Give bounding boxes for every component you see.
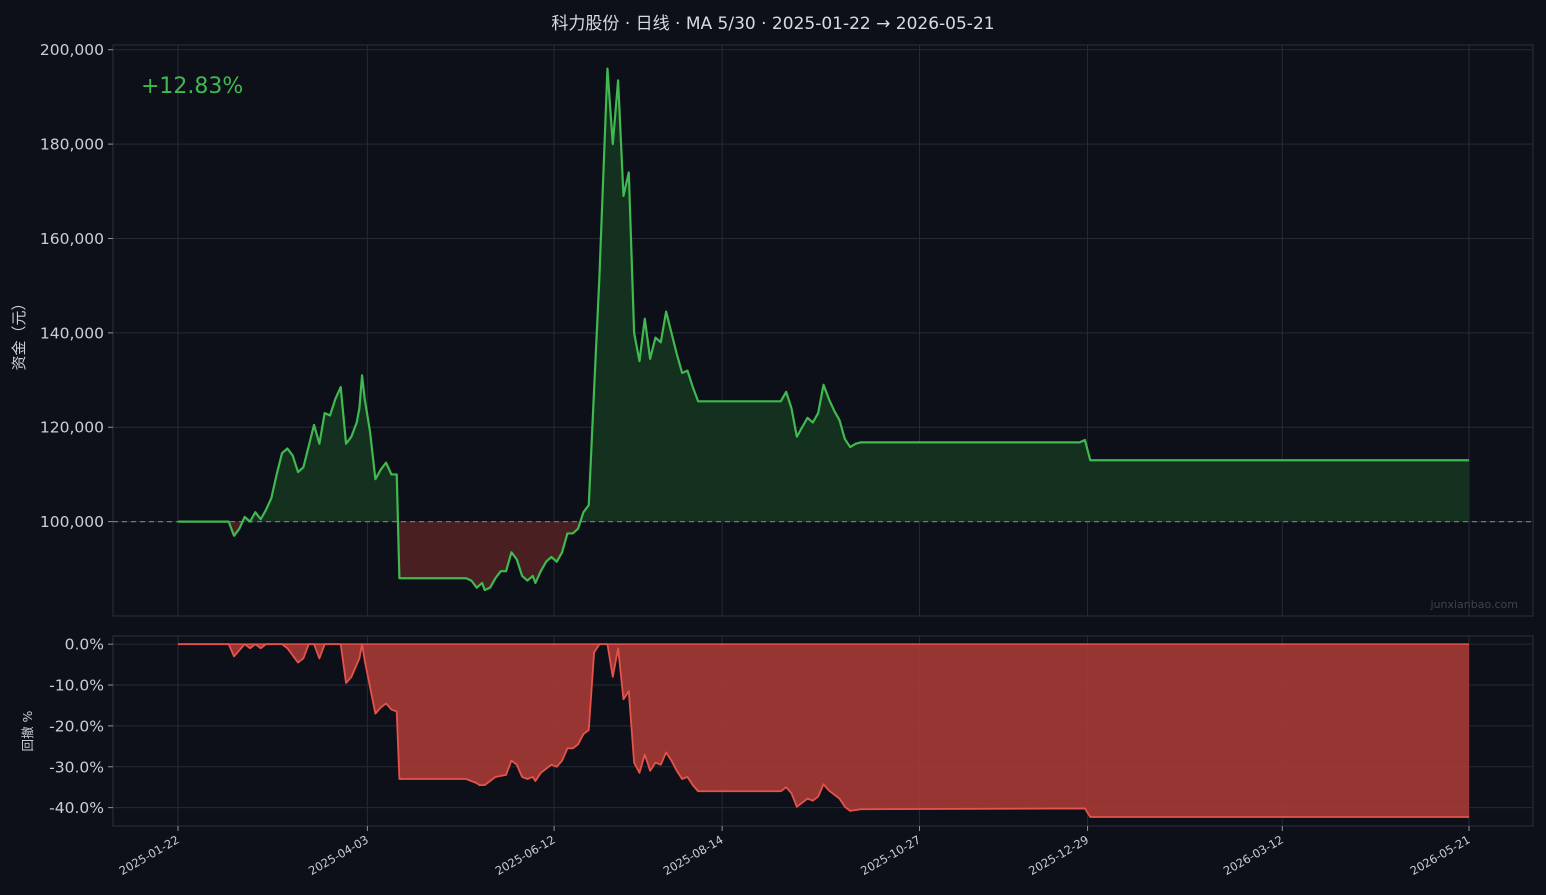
equity-y-tick-label-0: 100,000 [40,513,104,531]
equity-y-tick-label-2: 140,000 [40,324,104,342]
drawdown-y-tick-label-0: 0.0% [65,636,104,654]
x-tick-label-3: 2025-08-14 [661,832,726,878]
drawdown-y-axis-label: 回撤 % [20,710,35,751]
equity-y-tick-label-4: 180,000 [40,136,104,154]
x-tick-label-2: 2025-06-12 [493,832,558,878]
x-tick-label-7: 2026-05-21 [1408,832,1473,878]
total-return-label: +12.83% [141,74,243,99]
watermark: junxianbao.com [1429,598,1518,611]
drawdown-y-tick-label-3: -30.0% [49,758,104,776]
equity-y-tick-label-1: 120,000 [40,419,104,437]
drawdown-y-tick-label-1: -10.0% [49,677,104,695]
x-tick-label-1: 2025-04-03 [306,832,371,878]
equity-panel [112,44,1534,617]
drawdown-y-tick-label-2: -20.0% [49,717,104,735]
x-tick-label-6: 2026-03-12 [1221,832,1286,878]
x-tick-label-5: 2025-12-29 [1026,832,1091,878]
equity-y-tick-label-3: 160,000 [40,230,104,248]
backtest-chart: 100,000 120,000 140,000 160,000 180,000 200,0… [10,41,1534,878]
equity-y-tick-label-5: 200,000 [40,41,104,59]
x-tick-label-0: 2025-01-22 [117,832,182,878]
drawdown-y-tick-label-4: -40.0% [49,799,104,817]
equity-y-axis-label: 资金（元） [10,295,28,370]
x-tick-label-4: 2025-10-27 [858,832,923,878]
